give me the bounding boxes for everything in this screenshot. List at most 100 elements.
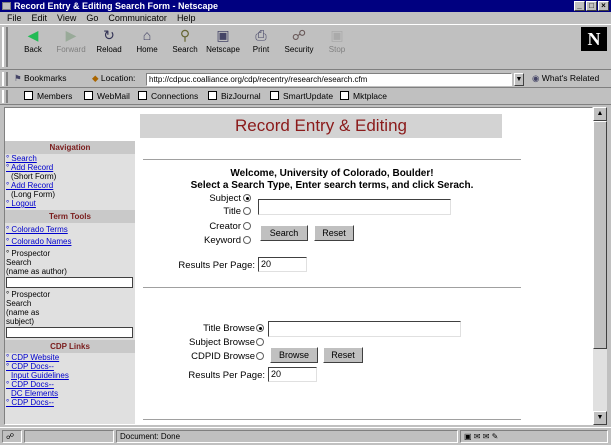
location-grip[interactable]: [2, 72, 8, 86]
subject-radio[interactable]: [243, 194, 251, 202]
keyword-radio[interactable]: [243, 236, 251, 244]
page-title: Record Entry & Editing: [235, 116, 407, 135]
personal-bizjournal[interactable]: BizJournal: [208, 91, 261, 102]
personal-mktplace[interactable]: Mktplace: [340, 91, 387, 102]
webmail-label: WebMail: [97, 91, 130, 101]
print-label: Print: [252, 45, 270, 54]
home-icon: ⌂: [142, 27, 152, 43]
browse-reset-button[interactable]: Reset: [323, 347, 363, 363]
bookmarks-button[interactable]: ⚑ Bookmarks: [14, 73, 67, 84]
back-button[interactable]: ◀ Back: [14, 27, 52, 54]
input-guidelines-link[interactable]: Input Guidelines: [5, 371, 135, 380]
cdp-links-heading: CDP Links: [5, 340, 135, 353]
mail-icon[interactable]: ✉: [474, 432, 481, 441]
close-button[interactable]: ×: [598, 1, 609, 11]
prospector-author-input[interactable]: [6, 277, 133, 288]
nav-add-record-short-link[interactable]: ° Add Record: [5, 163, 135, 172]
search-reset-button[interactable]: Reset: [314, 225, 354, 241]
security-status-icon[interactable]: ☍: [2, 430, 22, 443]
colorado-names-link[interactable]: ° Colorado Names: [5, 237, 135, 246]
menu-help[interactable]: Help: [172, 12, 201, 24]
dc-elements-link[interactable]: DC Elements: [5, 389, 135, 398]
cdp-docs-more-link[interactable]: ° CDP Docs--: [5, 398, 135, 407]
title-radio-label: Title: [223, 206, 241, 217]
subject-browse-radio[interactable]: [256, 338, 264, 346]
personal-toolbar: Members WebMail Connections BizJournal S…: [0, 88, 611, 105]
browser-window: Record Entry & Editing Search Form - Net…: [0, 0, 611, 445]
title-browse-radio[interactable]: [256, 324, 264, 332]
nav-logout-link[interactable]: ° Logout: [5, 199, 135, 208]
welcome-message: Welcome, University of Colorado, Boulder…: [230, 168, 434, 179]
menu-bar: File Edit View Go Communicator Help: [0, 12, 611, 24]
prospector-author-label-2: Search: [6, 258, 32, 267]
netscape-button[interactable]: ▣ Netscape: [204, 27, 242, 54]
colorado-terms-link[interactable]: ° Colorado Terms: [5, 225, 135, 234]
menu-go[interactable]: Go: [81, 12, 103, 24]
browse-results-per-page-input[interactable]: 20: [268, 367, 317, 382]
creator-radio[interactable]: [243, 222, 251, 230]
personal-grip[interactable]: [2, 90, 8, 103]
connections-label: Connections: [151, 91, 199, 101]
personal-members[interactable]: Members: [24, 91, 72, 102]
whats-related-icon: ◉: [532, 73, 540, 83]
scroll-down-button[interactable]: ▼: [593, 411, 607, 425]
personal-webmail[interactable]: WebMail: [84, 91, 130, 102]
navigator-icon[interactable]: ▣: [464, 432, 472, 441]
prospector-subject-label-2: Search: [6, 299, 32, 308]
netscape-label: Netscape: [206, 45, 240, 54]
print-button[interactable]: ⎙ Print: [242, 27, 280, 54]
page-proxy-icon[interactable]: ◆: [92, 73, 99, 83]
component-bar: ▣ ✉ ✉ ✎: [460, 430, 608, 443]
bizjournal-label: BizJournal: [221, 91, 261, 101]
bookmarks-label: Bookmarks: [24, 73, 67, 83]
search-button-toolbar[interactable]: ⚲ Search: [166, 27, 204, 54]
divider-3: [143, 419, 521, 421]
whats-related-button[interactable]: ◉ What's Related: [532, 73, 599, 84]
composer-icon[interactable]: ✎: [492, 432, 499, 441]
home-button[interactable]: ⌂ Home: [128, 27, 166, 54]
menu-communicator[interactable]: Communicator: [103, 12, 172, 24]
search-button[interactable]: Search: [260, 225, 308, 241]
long-form-note: (Long Form): [11, 190, 56, 199]
search-term-input[interactable]: [258, 199, 451, 215]
short-form-note: (Short Form): [11, 172, 57, 181]
cdp-docs-dc-link[interactable]: ° CDP Docs--: [5, 380, 135, 389]
reload-button[interactable]: ↻ Reload: [90, 27, 128, 54]
url-field[interactable]: http://cdpuc.coalliance.org/cdp/recentry…: [146, 73, 512, 86]
menu-edit[interactable]: Edit: [27, 12, 53, 24]
url-dropdown-button[interactable]: ▼: [514, 73, 524, 86]
security-button[interactable]: ☍ Security: [280, 27, 318, 54]
keyword-radio-label: Keyword: [204, 235, 241, 246]
vertical-scrollbar[interactable]: ▲ ▼: [593, 107, 607, 425]
cdp-website-link[interactable]: ° CDP Website: [5, 353, 135, 362]
location-toolbar: ⚑ Bookmarks ◆ Location: http://cdpuc.coa…: [0, 70, 611, 88]
title-radio[interactable]: [243, 207, 251, 215]
minimize-button[interactable]: _: [574, 1, 585, 11]
cdp-docs-input-link[interactable]: ° CDP Docs--: [5, 362, 135, 371]
personal-smartupdate[interactable]: SmartUpdate: [270, 91, 333, 102]
browse-term-input[interactable]: [268, 321, 461, 337]
results-per-page-label: Results Per Page:: [178, 260, 255, 271]
browse-button[interactable]: Browse: [270, 347, 318, 363]
nav-search-link[interactable]: ° Search: [5, 154, 135, 163]
nav-add-record-long-link[interactable]: ° Add Record: [5, 181, 135, 190]
bookmark-page-icon: [84, 91, 93, 100]
results-per-page-input[interactable]: 20: [258, 257, 307, 272]
netscape-logo[interactable]: N: [581, 27, 607, 51]
forward-button[interactable]: ▶ Forward: [52, 27, 90, 54]
prospector-subject-input[interactable]: [6, 327, 133, 338]
toolbar-grip[interactable]: [2, 27, 8, 67]
forward-label: Forward: [56, 45, 86, 54]
menu-file[interactable]: File: [2, 12, 27, 24]
browse-results-per-page-label: Results Per Page:: [188, 370, 265, 381]
scroll-up-button[interactable]: ▲: [593, 107, 607, 121]
discussion-icon[interactable]: ✉: [483, 432, 490, 441]
personal-connections[interactable]: Connections: [138, 91, 198, 102]
scroll-thumb[interactable]: [593, 121, 607, 349]
maximize-button[interactable]: □: [586, 1, 597, 11]
window-title: Record Entry & Editing Search Form - Net…: [14, 1, 219, 11]
cdpid-browse-radio[interactable]: [256, 352, 264, 360]
menu-view[interactable]: View: [52, 12, 81, 24]
page-content: Record Entry & Editing Navigation ° Sear…: [4, 107, 593, 425]
stop-button[interactable]: ▣ Stop: [318, 27, 356, 54]
